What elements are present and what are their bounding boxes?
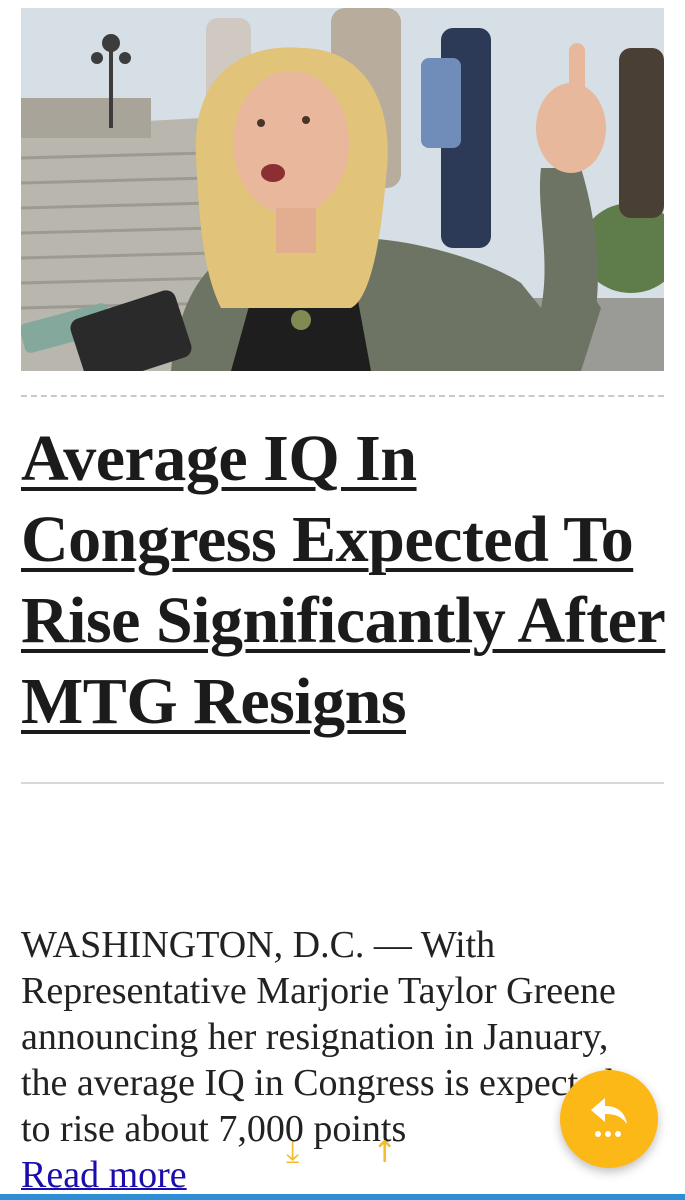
reply-more-icon xyxy=(591,1098,627,1137)
arrow-up-icon[interactable]: ↑ xyxy=(372,1138,397,1168)
article-image[interactable] xyxy=(21,8,664,371)
article-image-illustration xyxy=(21,8,664,371)
bottom-progress-bar xyxy=(0,1194,685,1200)
dotted-divider xyxy=(21,395,664,397)
reply-more-button[interactable] xyxy=(560,1070,658,1168)
read-more-link[interactable]: Read more xyxy=(21,1152,187,1198)
article-excerpt: WASHINGTON, D.C. — With Representative M… xyxy=(21,924,616,1150)
download-icon[interactable]: ⤓ xyxy=(286,1138,299,1168)
article-headline-link[interactable]: Average IQ In Congress Expected To Rise … xyxy=(21,418,671,742)
section-divider xyxy=(21,782,664,784)
